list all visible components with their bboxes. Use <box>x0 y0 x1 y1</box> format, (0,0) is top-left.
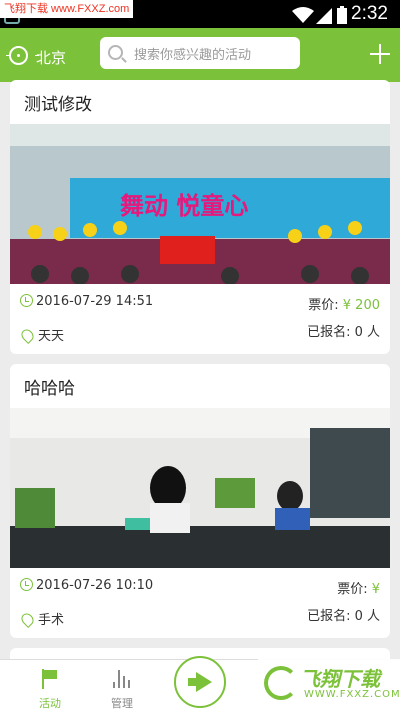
battery-icon <box>337 6 347 24</box>
signal-icon <box>316 8 332 24</box>
search-box[interactable]: 搜索你感兴趣的活动 <box>100 37 300 69</box>
activity-price: 票价: ¥ 200 <box>308 298 380 313</box>
wifi-icon <box>292 7 314 23</box>
city-selector[interactable]: 北京 <box>36 47 66 68</box>
search-placeholder: 搜索你感兴趣的活动 <box>134 48 252 63</box>
activity-signup-count: 已报名: 0 人 <box>307 325 380 340</box>
watermark-logo: 飞翔下载 WWW.FXXZ.COM <box>258 659 400 712</box>
location-pin-icon <box>19 611 36 628</box>
flag-icon <box>42 669 58 689</box>
publish-activity-button[interactable] <box>174 656 226 708</box>
clock-icon <box>20 294 33 307</box>
watermark-text: 飞翔下载 www.FXXZ.com <box>0 0 134 18</box>
activity-datetime: 2016-07-29 14:51 <box>20 294 153 309</box>
activity-location: 天天 <box>19 325 64 344</box>
bar-chart-icon <box>113 670 131 688</box>
activity-photo <box>10 408 390 568</box>
activity-datetime: 2016-07-26 10:10 <box>20 578 153 593</box>
search-icon <box>108 45 123 60</box>
app-header: 北京 搜索你感兴趣的活动 <box>0 28 400 82</box>
activity-title: 哈哈哈 <box>24 379 75 399</box>
status-bar: 飞翔下载 www.FXXZ.com 2:32 <box>0 0 400 28</box>
location-pin-icon <box>19 327 36 344</box>
clock-icon <box>20 578 33 591</box>
activity-title: 测试修改 <box>24 95 92 115</box>
activity-card[interactable]: 哈哈哈 2016-07-26 10:10 票价: ¥ 手术 已报名: 0 人 <box>10 364 390 638</box>
activity-photo: 舞动 悦童心 <box>10 124 390 284</box>
activity-signup-count: 已报名: 0 人 <box>307 609 380 624</box>
megaphone-icon <box>188 672 214 692</box>
clock-time: 2:32 <box>351 3 388 24</box>
activity-location: 手术 <box>19 609 64 628</box>
tab-activities[interactable]: 活动 <box>20 660 80 712</box>
add-activity-button[interactable] <box>370 44 390 64</box>
activity-card[interactable]: 测试修改 舞动 悦童心 2016-07-29 14:51 票价: ¥ 200 天… <box>10 80 390 354</box>
tab-manage[interactable]: 管理 <box>92 660 152 712</box>
location-target-icon[interactable] <box>6 46 39 65</box>
activity-price: 票价: ¥ <box>337 582 380 597</box>
banner-text: 舞动 悦童心 <box>120 192 248 220</box>
logo-ring-icon <box>264 666 298 700</box>
